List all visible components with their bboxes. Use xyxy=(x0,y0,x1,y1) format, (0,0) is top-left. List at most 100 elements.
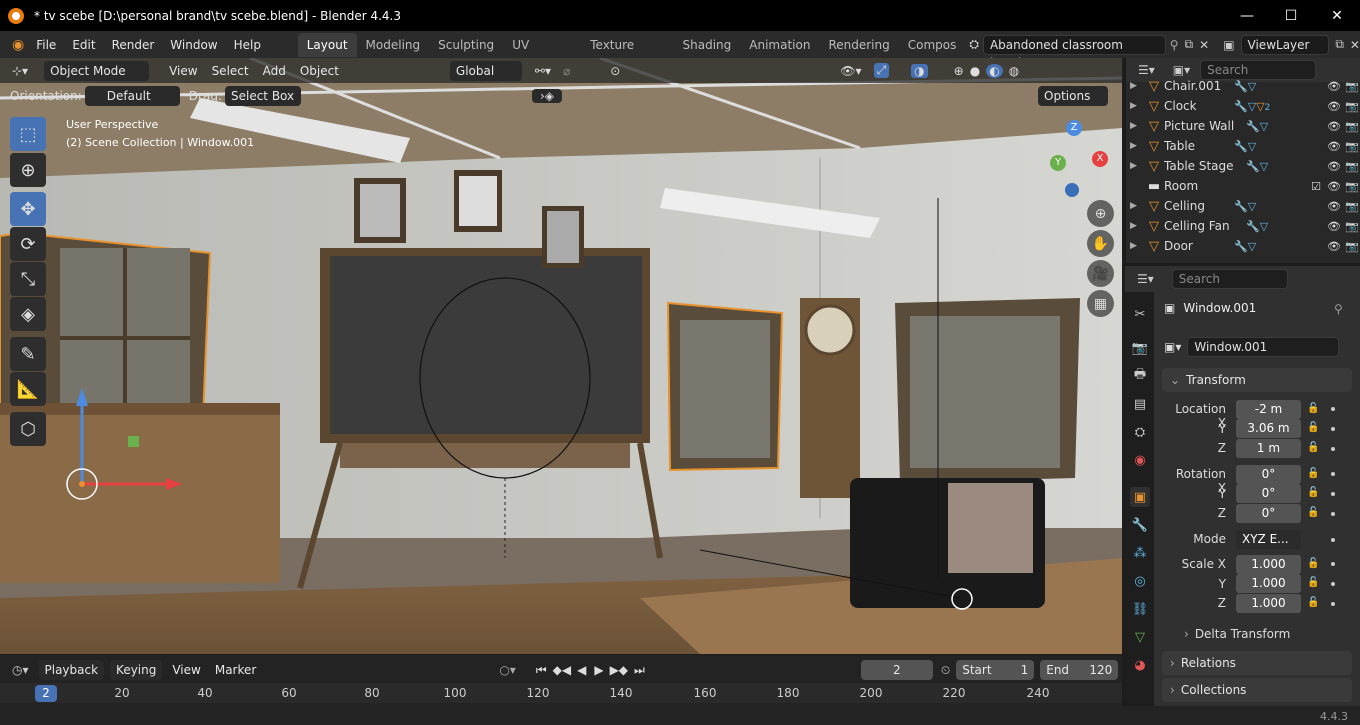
lock-icon[interactable]: 🔓 xyxy=(1307,403,1319,414)
keyframe-dot[interactable] xyxy=(1331,427,1335,431)
view-layer-field[interactable]: ViewLayer xyxy=(1240,34,1330,55)
gizmo-z-axis[interactable]: Z xyxy=(1066,120,1082,136)
timeline-editor-icon[interactable]: ◷▾ xyxy=(12,663,29,677)
keyframe-dot[interactable] xyxy=(1331,538,1335,542)
options-dropdown[interactable]: Options xyxy=(1038,85,1109,106)
shading-solid-icon[interactable]: ● xyxy=(970,64,980,78)
lock-icon[interactable]: 🔓 xyxy=(1307,442,1319,453)
camera-icon[interactable]: 📷 xyxy=(1343,160,1360,173)
camera-icon[interactable]: 📷 xyxy=(1343,200,1360,213)
view-layer-tab-icon[interactable]: ▤ xyxy=(1130,394,1150,414)
shading-rendered-icon[interactable]: ◍ xyxy=(1009,64,1019,78)
keyframe-dot[interactable] xyxy=(1331,562,1335,566)
rotate-tool-button[interactable]: ⟳ xyxy=(10,227,46,261)
tab-compositing[interactable]: Compos xyxy=(899,33,966,57)
keyframe-dot[interactable] xyxy=(1331,472,1335,476)
outliner-row-table[interactable]: ▶ ▽ Table 🔧▽ 👁 📷 xyxy=(1126,136,1360,156)
keyframe-dot[interactable] xyxy=(1331,447,1335,451)
modifier-tab-icon[interactable]: 🔧 xyxy=(1130,515,1150,535)
keyframe-dot[interactable] xyxy=(1331,602,1335,606)
outliner-row-clock[interactable]: ▶ ▽ Clock 🔧▽▽2 👁 📷 xyxy=(1126,96,1360,116)
delta-transform-subpanel[interactable]: › Delta Transform xyxy=(1184,627,1290,641)
overlay-visibility-icon[interactable]: 👁▾ xyxy=(840,64,861,78)
eye-icon[interactable]: 👁 xyxy=(1325,140,1343,153)
render-tab-icon[interactable]: 📷 xyxy=(1130,338,1150,358)
output-tab-icon[interactable]: 🖶 xyxy=(1130,366,1150,386)
measure-tool-button[interactable]: 📐 xyxy=(10,372,46,406)
menu-edit[interactable]: Edit xyxy=(64,34,103,56)
remove-view-layer-icon[interactable]: ✕ xyxy=(1350,38,1360,52)
next-keyframe-icon[interactable]: ▶◆ xyxy=(610,663,628,677)
material-tab-icon[interactable]: ◕ xyxy=(1130,655,1150,675)
marker-menu[interactable]: Marker xyxy=(208,663,263,677)
physics-tab-icon[interactable]: ◎ xyxy=(1130,571,1150,591)
view-layer-icon[interactable]: ▣ xyxy=(1223,38,1234,52)
transform-tool-button[interactable]: ◈ xyxy=(10,297,46,331)
gizmo-x-axis[interactable]: X xyxy=(1092,151,1108,167)
menu-object[interactable]: Object xyxy=(293,64,346,78)
camera-view-icon[interactable]: 🎥 xyxy=(1087,260,1114,287)
object-browse-icon[interactable]: ▣▾ xyxy=(1164,340,1181,354)
preview-range-icon[interactable]: ⏲ xyxy=(941,663,950,678)
rotation-y-field[interactable]: 0° xyxy=(1236,484,1301,503)
properties-search[interactable]: Search xyxy=(1171,269,1288,289)
eye-icon[interactable]: 👁 xyxy=(1325,100,1343,113)
tab-shading[interactable]: Shading xyxy=(674,33,741,57)
outliner-row-picture-wall[interactable]: ▶ ▽ Picture Wall 🔧▽ 👁 📷 xyxy=(1126,116,1360,136)
eye-icon[interactable]: 👁 xyxy=(1325,80,1343,93)
lock-icon[interactable]: 🔓 xyxy=(1307,507,1319,518)
scene-tab-icon[interactable]: ⛭ xyxy=(1130,422,1150,442)
mode-dropdown[interactable]: Object Mode xyxy=(44,60,150,81)
start-frame-field[interactable]: Start 1 xyxy=(956,660,1035,680)
outliner-row-celling-fan[interactable]: ▶ ▽ Celling Fan 🔧▽ 👁 📷 xyxy=(1126,216,1360,236)
eye-icon[interactable]: 👁 xyxy=(1325,220,1343,233)
maximize-button[interactable]: ☐ xyxy=(1268,0,1314,31)
pin-icon[interactable]: ⚲ xyxy=(1170,38,1179,52)
camera-icon[interactable]: 📷 xyxy=(1343,180,1360,193)
tab-uv-editing[interactable]: UV Editing xyxy=(503,33,581,76)
prev-keyframe-icon[interactable]: ◆◀ xyxy=(553,663,571,677)
menu-add[interactable]: Add xyxy=(256,64,293,78)
location-y-field[interactable]: 3.06 m xyxy=(1236,419,1301,438)
end-frame-field[interactable]: End 120 xyxy=(1040,660,1119,680)
play-reverse-icon[interactable]: ◀ xyxy=(577,663,586,677)
gizmo-y-axis[interactable]: Y xyxy=(1050,155,1066,171)
tool-tab-icon[interactable]: ✂ xyxy=(1130,304,1150,324)
menu-help[interactable]: Help xyxy=(226,34,269,56)
remove-scene-icon[interactable]: ✕ xyxy=(1199,38,1209,52)
auto-key-icon[interactable]: ○▾ xyxy=(499,663,516,677)
scene-icon[interactable]: ⛭ xyxy=(969,37,979,52)
lock-icon[interactable]: 🔓 xyxy=(1307,468,1319,479)
camera-icon[interactable]: 📷 xyxy=(1343,140,1360,153)
location-x-field[interactable]: -2 m xyxy=(1236,400,1301,419)
snap-icon[interactable]: ⌀ xyxy=(563,64,570,78)
pin-properties-icon[interactable]: ⚲ xyxy=(1334,302,1343,316)
orientation-setting[interactable]: Default xyxy=(84,85,180,106)
rotation-x-field[interactable]: 0° xyxy=(1236,465,1301,484)
outliner-row-celling[interactable]: ▶ ▽ Celling 🔧▽ 👁 📷 xyxy=(1126,196,1360,216)
constraints-tab-icon[interactable]: ⛓ xyxy=(1130,599,1150,619)
tab-animation[interactable]: Animation xyxy=(740,33,819,57)
outliner-row-room-collection[interactable]: ▬ Room ☑ 👁 📷 xyxy=(1126,176,1360,196)
outliner-row-door[interactable]: ▶ ▽ Door 🔧▽ 👁 📷 xyxy=(1126,236,1360,256)
scale-z-field[interactable]: 1.000 xyxy=(1236,594,1301,613)
overlay-toggle-icon[interactable]: ◑ xyxy=(911,63,928,78)
annotate-tool-button[interactable]: ✎ xyxy=(10,337,46,371)
lock-icon[interactable]: 🔓 xyxy=(1307,577,1319,588)
playback-menu[interactable]: Playback xyxy=(38,660,105,680)
playhead-indicator[interactable]: 2 xyxy=(35,685,57,702)
current-frame-field[interactable]: 2 xyxy=(860,660,933,680)
object-tab-icon[interactable]: ▣ xyxy=(1130,487,1150,507)
tab-sculpting[interactable]: Sculpting xyxy=(429,33,503,57)
editor-type-icon[interactable]: ⊹▾ xyxy=(12,64,28,78)
gizmo-toggle-icon[interactable]: ⤢ xyxy=(873,63,890,78)
play-icon[interactable]: ▶ xyxy=(594,663,603,677)
checkbox-icon[interactable]: ☑ xyxy=(1307,180,1325,193)
blender-menu-icon[interactable]: ◉ xyxy=(12,37,24,53)
close-button[interactable]: ✕ xyxy=(1314,0,1360,31)
scale-y-field[interactable]: 1.000 xyxy=(1236,574,1301,593)
tab-rendering[interactable]: Rendering xyxy=(819,33,898,57)
keyframe-dot[interactable] xyxy=(1331,407,1335,411)
data-tab-icon[interactable]: ▽ xyxy=(1130,627,1150,647)
select-tool-button[interactable]: ⬚ xyxy=(10,117,46,151)
